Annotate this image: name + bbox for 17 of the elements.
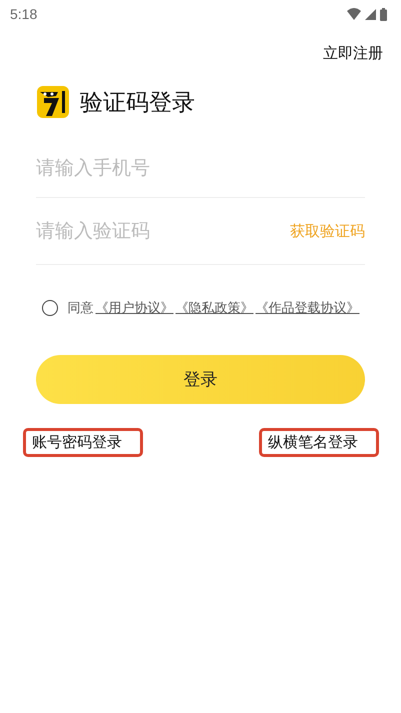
- agreement-link[interactable]: 《作品登载协议》: [256, 299, 360, 317]
- alt-login-button[interactable]: 纵横笔名登录: [259, 428, 379, 457]
- phone-field[interactable]: 请输入手机号: [36, 157, 365, 179]
- status-time: 5:18: [10, 6, 38, 22]
- battery-icon: [380, 8, 387, 20]
- register-link[interactable]: 立即注册: [323, 44, 383, 63]
- wifi-icon: [347, 8, 361, 20]
- alt-login-button[interactable]: 账号密码登录: [23, 428, 143, 457]
- agreement-link[interactable]: 《隐私政策》: [176, 299, 254, 317]
- page-title: 验证码登录: [80, 88, 195, 118]
- agreement-link[interactable]: 《用户协议》: [96, 299, 174, 317]
- agree-label: 同意: [68, 300, 94, 317]
- code-field[interactable]: 请输入验证码: [36, 220, 290, 242]
- agree-radio[interactable]: [42, 300, 58, 316]
- signal-icon: [365, 8, 376, 20]
- login-button[interactable]: 登录: [36, 355, 365, 404]
- logo-icon: [36, 85, 70, 119]
